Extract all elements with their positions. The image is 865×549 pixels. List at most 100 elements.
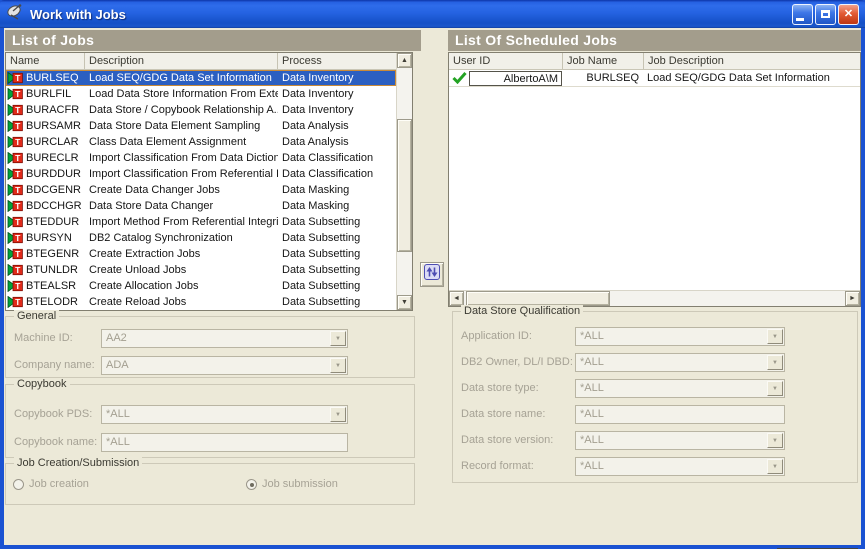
job-row[interactable]: TBURSYNDB2 Catalog SynchronizationData S… (6, 230, 396, 246)
job-row[interactable]: TBTEDDURImport Method From Referential I… (6, 214, 396, 230)
job-row[interactable]: TBTELODRCreate Reload JobsData Subsettin… (6, 294, 396, 310)
svg-text:T: T (15, 265, 21, 275)
window-title: Work with Jobs (30, 7, 126, 22)
job-description-cell: Data Store / Copybook Relationship A... (85, 102, 278, 118)
job-name-cell: TBTUNLDR (6, 262, 85, 278)
qualification-field-input: *ALL (575, 405, 785, 424)
scroll-left-icon[interactable]: ◄ (449, 291, 464, 306)
qualification-field-label: Record format: (461, 457, 534, 476)
job-name-cell: TBTELODR (6, 294, 85, 310)
job-creation-radio: Job creation (13, 478, 89, 490)
scheduled-jobs-horizontal-scrollbar[interactable]: ◄ ► (449, 290, 860, 306)
scroll-right-icon[interactable]: ► (845, 291, 860, 306)
qualification-field-combobox: *ALL▼ (575, 431, 785, 450)
job-row[interactable]: TBURECLRImport Classification From Data … (6, 150, 396, 166)
svg-text:T: T (15, 169, 21, 179)
general-group-label: General (14, 310, 59, 323)
svg-text:T: T (15, 89, 21, 99)
dropdown-arrow-icon: ▼ (330, 358, 346, 373)
job-name-cell: TBURACFR (6, 102, 85, 118)
job-description-cell: Create Allocation Jobs (85, 278, 278, 294)
scheduled-jobs-table-header: User ID Job Name Job Description (449, 53, 860, 70)
job-process-cell: Data Masking (278, 182, 396, 198)
svg-text:T: T (15, 201, 21, 211)
scheduled-job-row[interactable]: AlbertoA\MBURLSEQLoad SEQ/GDG Data Set I… (449, 70, 860, 87)
scroll-up-icon[interactable]: ▲ (397, 53, 412, 68)
job-process-cell: Data Inventory (278, 70, 396, 86)
column-header-job-description[interactable]: Job Description (644, 53, 860, 69)
column-header-job-name[interactable]: Job Name (563, 53, 644, 69)
job-name-cell: TBTEGENR (6, 246, 85, 262)
dropdown-arrow-icon: ▼ (330, 407, 346, 422)
svg-text:T: T (15, 297, 21, 307)
job-type-icon: T (7, 184, 24, 196)
scrollbar-thumb[interactable] (397, 119, 412, 252)
qualification-field-label: Application ID: (461, 327, 532, 346)
job-type-icon: T (7, 72, 24, 84)
copybook-pds-label: Copybook PDS: (14, 405, 92, 424)
app-satellite-icon (6, 3, 24, 25)
column-header-user-id[interactable]: User ID (449, 53, 563, 69)
job-process-cell: Data Inventory (278, 102, 396, 118)
scheduled-check-icon (449, 72, 469, 84)
job-row[interactable]: TBDCCHGRData Store Data ChangerData Mask… (6, 198, 396, 214)
job-row[interactable]: TBTUNLDRCreate Unload JobsData Subsettin… (6, 262, 396, 278)
job-name-cell: TBURDDUR (6, 166, 85, 182)
title-bar: Work with Jobs ✕ (0, 0, 865, 28)
dropdown-arrow-icon: ▼ (767, 355, 783, 370)
job-row[interactable]: TBTEALSRCreate Allocation JobsData Subse… (6, 278, 396, 294)
job-name-cell: TBURSYN (6, 230, 85, 246)
scrollbar-thumb[interactable] (466, 291, 610, 306)
job-name-cell: TBURCLAR (6, 134, 85, 150)
scroll-down-icon[interactable]: ▼ (397, 295, 412, 310)
job-name-cell: TBURECLR (6, 150, 85, 166)
general-group: General Machine ID: AA2 ▼ Company name: … (5, 316, 415, 378)
job-process-cell: Data Masking (278, 198, 396, 214)
job-process-cell: Data Subsetting (278, 294, 396, 310)
list-of-scheduled-jobs-header: List Of Scheduled Jobs (448, 30, 861, 51)
job-submission-radio: Job submission (246, 478, 338, 490)
job-row[interactable]: TBURDDURImport Classification From Refer… (6, 166, 396, 182)
column-header-process[interactable]: Process (278, 53, 396, 69)
job-name-cell: TBURSAMR (6, 118, 85, 134)
column-header-name[interactable]: Name (6, 53, 85, 69)
qualification-field-label: Data store version: (461, 431, 553, 450)
job-name-cell: BURLSEQ (562, 70, 643, 86)
job-row[interactable]: TBURLSEQLoad SEQ/GDG Data Set Informatio… (6, 70, 396, 86)
job-row[interactable]: TBURLFILLoad Data Store Information From… (6, 86, 396, 102)
svg-text:T: T (15, 217, 21, 227)
svg-text:T: T (15, 153, 21, 163)
scheduled-jobs-rows: AlbertoA\MBURLSEQLoad SEQ/GDG Data Set I… (449, 70, 860, 290)
job-type-icon: T (7, 264, 24, 276)
maximize-button[interactable] (815, 4, 836, 25)
job-creation-submission-group: Job Creation/Submission Job creation Job… (5, 463, 415, 505)
job-name-cell: TBTEALSR (6, 278, 85, 294)
schedule-job-button[interactable] (420, 262, 444, 287)
qualification-field-label: Data store type: (461, 379, 539, 398)
job-creation-submission-label: Job Creation/Submission (14, 457, 142, 470)
job-row[interactable]: TBDCGENRCreate Data Changer JobsData Mas… (6, 182, 396, 198)
job-row[interactable]: TBURCLARClass Data Element AssignmentDat… (6, 134, 396, 150)
job-row[interactable]: TBTEGENRCreate Extraction JobsData Subse… (6, 246, 396, 262)
close-button[interactable]: ✕ (838, 4, 859, 25)
job-process-cell: Data Analysis (278, 134, 396, 150)
job-type-icon: T (7, 200, 24, 212)
qualification-field-combobox: *ALL▼ (575, 457, 785, 476)
job-row[interactable]: TBURACFRData Store / Copybook Relationsh… (6, 102, 396, 118)
user-id-cell[interactable]: AlbertoA\M (469, 71, 562, 86)
job-description-cell: Data Store Data Changer (85, 198, 278, 214)
job-process-cell: Data Classification (278, 166, 396, 182)
job-row[interactable]: TBURSAMRData Store Data Element Sampling… (6, 118, 396, 134)
column-header-description[interactable]: Description (85, 53, 278, 69)
jobs-vertical-scrollbar[interactable]: ▲ ▼ (396, 53, 412, 310)
svg-text:T: T (15, 73, 21, 83)
job-description-cell: Load Data Store Information From Exte... (85, 86, 278, 102)
job-type-icon: T (7, 120, 24, 132)
minimize-button[interactable] (792, 4, 813, 25)
job-process-cell: Data Classification (278, 150, 396, 166)
job-type-icon: T (7, 232, 24, 244)
job-type-icon: T (7, 216, 24, 228)
machine-id-combobox: AA2 ▼ (101, 329, 348, 348)
job-description-cell: Import Classification From Data Diction.… (85, 150, 278, 166)
svg-text:T: T (15, 121, 21, 131)
